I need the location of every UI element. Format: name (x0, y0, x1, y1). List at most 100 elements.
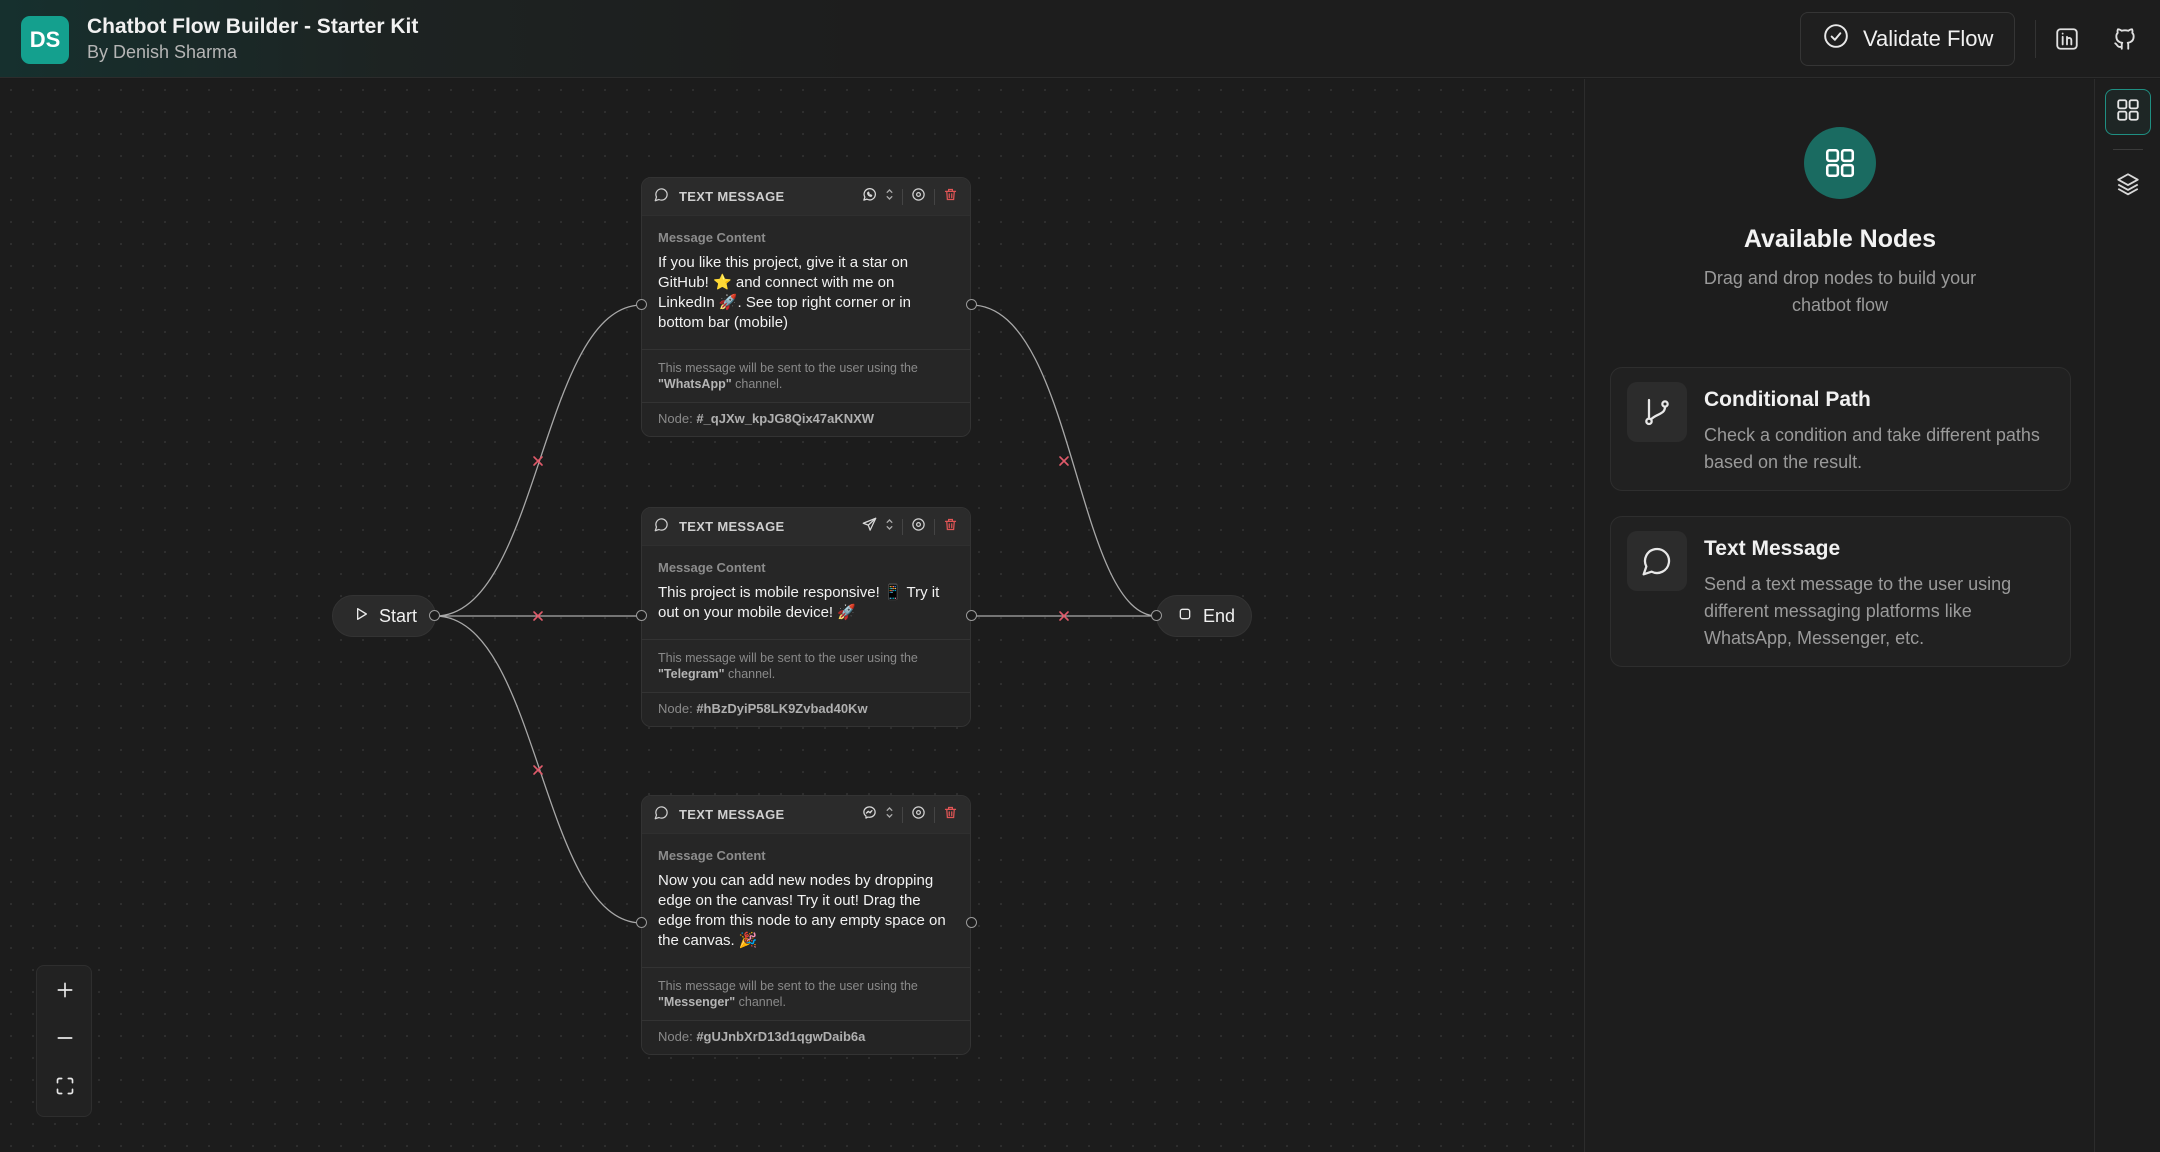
card-description: Check a condition and take different pat… (1704, 425, 2040, 472)
channel-note-suffix: channel. (728, 667, 776, 681)
node-id-prefix: Node: (658, 701, 693, 716)
start-label: Start (379, 605, 418, 626)
check-circle-icon (1823, 23, 1849, 55)
channel-note: This message will be sent to the user us… (642, 349, 970, 402)
settings-icon[interactable] (911, 187, 926, 207)
node-source-handle[interactable] (966, 610, 977, 621)
trash-icon[interactable] (943, 517, 958, 537)
node-id-footer: Node: #hBzDyiP58LK9Zvbad40Kw (642, 692, 970, 726)
card-title: Text Message (1704, 537, 1841, 560)
node-body: Message Content Now you can add new node… (642, 834, 970, 967)
top-header: DS Chatbot Flow Builder - Starter Kit By… (0, 0, 2160, 78)
tool-divider (902, 806, 903, 823)
validate-flow-label: Validate Flow (1863, 26, 1994, 51)
settings-icon[interactable] (911, 805, 926, 825)
chevron-up-down-icon[interactable] (885, 806, 894, 824)
card-title: Conditional Path (1704, 388, 1871, 411)
channel-note-prefix: This message will be sent to the user us… (658, 361, 918, 375)
message-content-label: Message Content (658, 848, 766, 863)
message-circle-icon (654, 805, 669, 825)
telegram-icon[interactable] (862, 517, 877, 537)
node-id-footer: Node: #gUJnbXrD13d1qgwDaib6a (642, 1020, 970, 1054)
end-label: End (1203, 605, 1236, 626)
header-divider (2035, 20, 2036, 58)
node-id: #hBzDyiP58LK9Zvbad40Kw (696, 701, 868, 716)
validate-flow-button[interactable]: Validate Flow (1800, 12, 2015, 66)
grid-icon (1804, 127, 1876, 199)
fit-view-button[interactable] (37, 1064, 93, 1112)
zoom-out-button[interactable] (37, 1016, 93, 1064)
trash-icon[interactable] (943, 805, 958, 825)
stop-icon (1177, 606, 1193, 627)
nodes-tab-button[interactable] (2105, 89, 2151, 135)
tool-divider (902, 518, 903, 535)
panel-title: Available Nodes (1743, 225, 1937, 253)
zoom-controls (36, 965, 92, 1117)
node-card-conditional-path[interactable]: Conditional Path Check a condition and t… (1610, 367, 2071, 491)
zoom-out-icon (55, 1028, 75, 1053)
grid-icon (2115, 97, 2141, 128)
node-target-handle[interactable] (636, 299, 647, 310)
node-id: #gUJnbXrD13d1qgwDaib6a (696, 1029, 866, 1044)
channel-note: This message will be sent to the user us… (642, 967, 970, 1020)
channel-note-suffix: channel. (738, 995, 786, 1009)
start-source-handle[interactable] (429, 610, 440, 621)
channel-name: "WhatsApp" (658, 377, 732, 391)
layers-tab-button[interactable] (2105, 163, 2151, 209)
message-content-label: Message Content (658, 560, 766, 575)
chevron-up-down-icon[interactable] (885, 188, 894, 206)
node-body: Message Content This project is mobile r… (642, 546, 970, 639)
settings-icon[interactable] (911, 517, 926, 537)
end-target-handle[interactable] (1151, 610, 1162, 621)
whatsapp-icon[interactable] (862, 187, 877, 207)
node-type-label: TEXT MESSAGE (679, 807, 785, 822)
flow-canvas[interactable]: Start End TEXT MESSAGE Message Content I… (0, 79, 1584, 1152)
app-title: Chatbot Flow Builder - Starter Kit (87, 15, 419, 38)
channel-name: "Telegram" (658, 667, 725, 681)
message-text[interactable]: If you like this project, give it a star… (658, 253, 954, 333)
panel-description: Drag and drop nodes to build your chatbo… (1703, 268, 1977, 315)
text-message-node[interactable]: TEXT MESSAGE Message Content This projec… (641, 507, 971, 727)
text-message-node[interactable]: TEXT MESSAGE Message Content Now you can… (641, 795, 971, 1055)
zoom-in-button[interactable] (37, 968, 93, 1016)
side-rail (2094, 79, 2160, 1152)
channel-note-prefix: This message will be sent to the user us… (658, 651, 918, 665)
message-content-label: Message Content (658, 230, 766, 245)
node-source-handle[interactable] (966, 917, 977, 928)
play-icon (353, 606, 369, 627)
message-text[interactable]: Now you can add new nodes by dropping ed… (658, 871, 954, 951)
node-body: Message Content If you like this project… (642, 216, 970, 349)
node-source-handle[interactable] (966, 299, 977, 310)
node-target-handle[interactable] (636, 610, 647, 621)
node-id-prefix: Node: (658, 411, 693, 426)
messenger-icon[interactable] (862, 805, 877, 825)
app-logo: DS (21, 16, 69, 64)
message-circle-icon (1627, 531, 1687, 591)
start-node[interactable]: Start (332, 595, 436, 637)
channel-name: "Messenger" (658, 995, 736, 1009)
node-header: TEXT MESSAGE (642, 508, 970, 546)
fit-view-icon (55, 1076, 75, 1101)
channel-note: This message will be sent to the user us… (642, 639, 970, 692)
channel-note-prefix: This message will be sent to the user us… (658, 979, 918, 993)
message-circle-icon (654, 187, 669, 207)
linkedin-icon[interactable] (2052, 24, 2082, 54)
trash-icon[interactable] (943, 187, 958, 207)
tool-divider (934, 188, 935, 205)
chevron-up-down-icon[interactable] (885, 518, 894, 536)
node-type-label: TEXT MESSAGE (679, 519, 785, 534)
edge-delete-marker (533, 765, 543, 775)
node-type-label: TEXT MESSAGE (679, 189, 785, 204)
node-card-text-message[interactable]: Text Message Send a text message to the … (1610, 516, 2071, 667)
node-target-handle[interactable] (636, 917, 647, 928)
text-message-node[interactable]: TEXT MESSAGE Message Content If you like… (641, 177, 971, 437)
node-header: TEXT MESSAGE (642, 796, 970, 834)
app-subtitle: By Denish Sharma (87, 42, 238, 62)
git-branch-icon (1627, 382, 1687, 442)
end-node[interactable]: End (1156, 595, 1252, 637)
tool-divider (902, 188, 903, 205)
message-text[interactable]: This project is mobile responsive! 📱 Try… (658, 583, 954, 623)
node-id: #_qJXw_kpJG8Qix47aKNXW (696, 411, 875, 426)
edge-delete-marker (1059, 456, 1069, 466)
github-icon[interactable] (2110, 24, 2140, 54)
